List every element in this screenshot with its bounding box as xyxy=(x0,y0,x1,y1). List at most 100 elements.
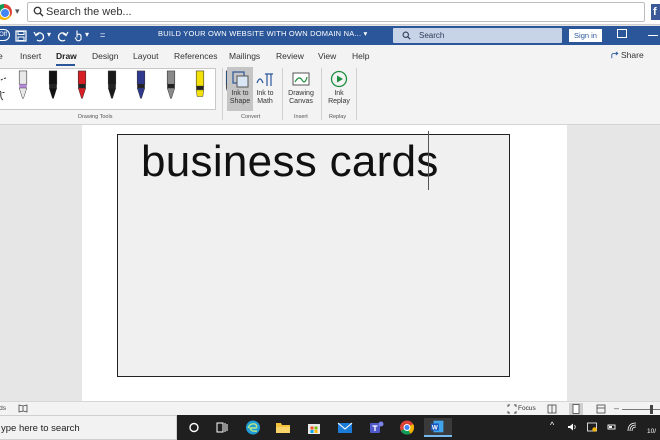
chevron-up-icon[interactable]: ^ xyxy=(550,420,560,430)
text-cursor xyxy=(428,131,429,190)
pen-5-icon[interactable] xyxy=(135,70,147,106)
pen-7-icon[interactable] xyxy=(194,70,206,106)
teams-icon[interactable] xyxy=(365,418,387,437)
pen-4-icon[interactable] xyxy=(106,70,118,106)
tab-layout[interactable]: Layout xyxy=(133,51,159,61)
pen-6-icon[interactable] xyxy=(165,70,177,106)
group-separator xyxy=(321,68,322,120)
battery-icon[interactable] xyxy=(607,422,617,432)
taskbar-search-input[interactable] xyxy=(1,422,171,435)
sign-in-button[interactable]: Sign in xyxy=(569,29,602,42)
ink-replay-button[interactable]: Ink Replay xyxy=(326,67,352,111)
focus-button[interactable]: Focus xyxy=(518,405,536,412)
tab-view[interactable]: View xyxy=(318,51,336,61)
edge-icon[interactable] xyxy=(242,418,264,437)
word-count[interactable]: rds xyxy=(0,405,6,412)
pen-1-icon[interactable] xyxy=(17,70,29,106)
touch-mode-icon[interactable] xyxy=(73,29,83,43)
customize-toolbar-icon[interactable]: = xyxy=(100,28,105,42)
tab-home[interactable]: e xyxy=(0,51,3,61)
share-icon[interactable] xyxy=(611,51,619,59)
read-mode-view-icon[interactable] xyxy=(545,403,559,415)
pen-2-icon[interactable] xyxy=(47,70,59,106)
draw-ribbon: Drawing Tools Ink to Shape Ink to Math C… xyxy=(0,66,660,125)
undo-dropdown-icon[interactable]: ▾ xyxy=(47,28,51,42)
focus-icon[interactable] xyxy=(507,404,517,414)
ink-to-math-label-1: Ink to xyxy=(256,90,274,97)
ink-to-math-icon xyxy=(256,73,273,86)
drawing-canvas-button[interactable]: Drawing Canvas xyxy=(288,67,314,111)
status-bar: rds Focus – xyxy=(0,401,660,415)
minimize-icon[interactable] xyxy=(648,35,658,36)
windows-taskbar: W ^ 10/ xyxy=(0,415,660,440)
ink-to-shape-icon xyxy=(232,71,249,88)
drawing-canvas-icon xyxy=(292,72,310,86)
web-layout-icon[interactable] xyxy=(594,403,608,415)
tab-help[interactable]: Help xyxy=(352,51,369,61)
ink-replay-label-2: Replay xyxy=(328,98,350,105)
print-layout-icon[interactable] xyxy=(569,403,583,415)
taskbar-clock[interactable]: 10/ xyxy=(647,418,656,436)
ink-to-math-button[interactable]: Ink to Math xyxy=(252,67,278,111)
drawing-canvas-label-2: Canvas xyxy=(289,98,313,105)
task-view-icon[interactable] xyxy=(211,418,233,437)
touch-dropdown-icon[interactable]: ▾ xyxy=(85,28,89,42)
pen-3-icon[interactable] xyxy=(76,70,88,106)
tab-insert[interactable]: Insert xyxy=(20,51,41,61)
volume-icon[interactable] xyxy=(567,422,577,432)
group-separator xyxy=(222,68,223,120)
document-title[interactable]: BUILD YOUR OWN WEBSITE WITH OWN DOMAIN N… xyxy=(158,29,368,38)
tab-design[interactable]: Design xyxy=(92,51,118,61)
drawing-canvas-label-1: Drawing xyxy=(288,90,314,97)
tab-references[interactable]: References xyxy=(174,51,217,61)
drawing-tools-label: Drawing Tools xyxy=(78,114,113,120)
store-icon[interactable] xyxy=(303,418,325,437)
zoom-out-icon[interactable]: – xyxy=(614,403,619,413)
word-title-bar: Off ▾ ▾ = BUILD YOUR OWN WEBSITE WITH OW… xyxy=(0,26,660,45)
insert-group-label: Insert xyxy=(294,114,308,120)
ribbon-display-options-icon[interactable] xyxy=(617,29,627,38)
chrome-icon[interactable] xyxy=(0,4,12,20)
group-separator xyxy=(282,68,283,120)
svg-text:W: W xyxy=(432,424,438,431)
facebook-icon[interactable]: f xyxy=(651,4,660,20)
web-search-box[interactable] xyxy=(27,2,645,22)
lasso-icon[interactable] xyxy=(0,70,7,106)
card-text[interactable]: business cards xyxy=(141,137,439,187)
zoom-slider[interactable] xyxy=(622,409,660,410)
file-explorer-icon[interactable] xyxy=(272,418,294,437)
save-icon[interactable] xyxy=(15,29,27,43)
ink-to-shape-label-1: Ink to xyxy=(231,90,249,97)
ink-to-math-label-2: Math xyxy=(257,98,273,105)
ink-to-shape-button[interactable]: Ink to Shape xyxy=(227,67,253,111)
notification-warning-icon[interactable] xyxy=(587,422,597,432)
chrome-taskbar-icon[interactable] xyxy=(396,418,418,437)
cortana-icon[interactable] xyxy=(183,418,205,437)
group-separator xyxy=(356,68,357,120)
zoom-slider-thumb[interactable] xyxy=(650,405,653,414)
undo-icon[interactable] xyxy=(33,29,45,43)
ink-replay-icon xyxy=(330,70,348,88)
read-mode-icon[interactable] xyxy=(18,404,28,413)
ribbon-tabs: e Insert Draw Design Layout References M… xyxy=(0,45,660,66)
tab-review[interactable]: Review xyxy=(276,51,304,61)
taskbar-search-box[interactable] xyxy=(0,415,177,440)
replay-group-label: Replay xyxy=(329,114,347,120)
tab-mailings[interactable]: Mailings xyxy=(229,51,260,61)
web-search-input[interactable] xyxy=(46,4,626,20)
title-search-input[interactable] xyxy=(419,29,559,42)
chevron-down-icon[interactable]: ▾ xyxy=(15,6,20,17)
wifi-icon[interactable] xyxy=(627,422,637,432)
autosave-toggle[interactable]: Off xyxy=(0,29,10,41)
share-button[interactable]: Share xyxy=(621,50,644,60)
title-search-box[interactable] xyxy=(393,28,562,43)
word-taskbar-icon[interactable]: W xyxy=(424,418,452,437)
redo-icon[interactable] xyxy=(57,29,69,43)
mail-icon[interactable] xyxy=(334,418,356,437)
tab-draw[interactable]: Draw xyxy=(56,51,77,61)
ink-replay-label-1: Ink xyxy=(334,90,344,97)
clock-date: 10/ xyxy=(647,428,657,435)
convert-group-label: Convert xyxy=(241,114,261,120)
pen-gallery xyxy=(0,68,234,110)
search-icon xyxy=(33,6,44,17)
